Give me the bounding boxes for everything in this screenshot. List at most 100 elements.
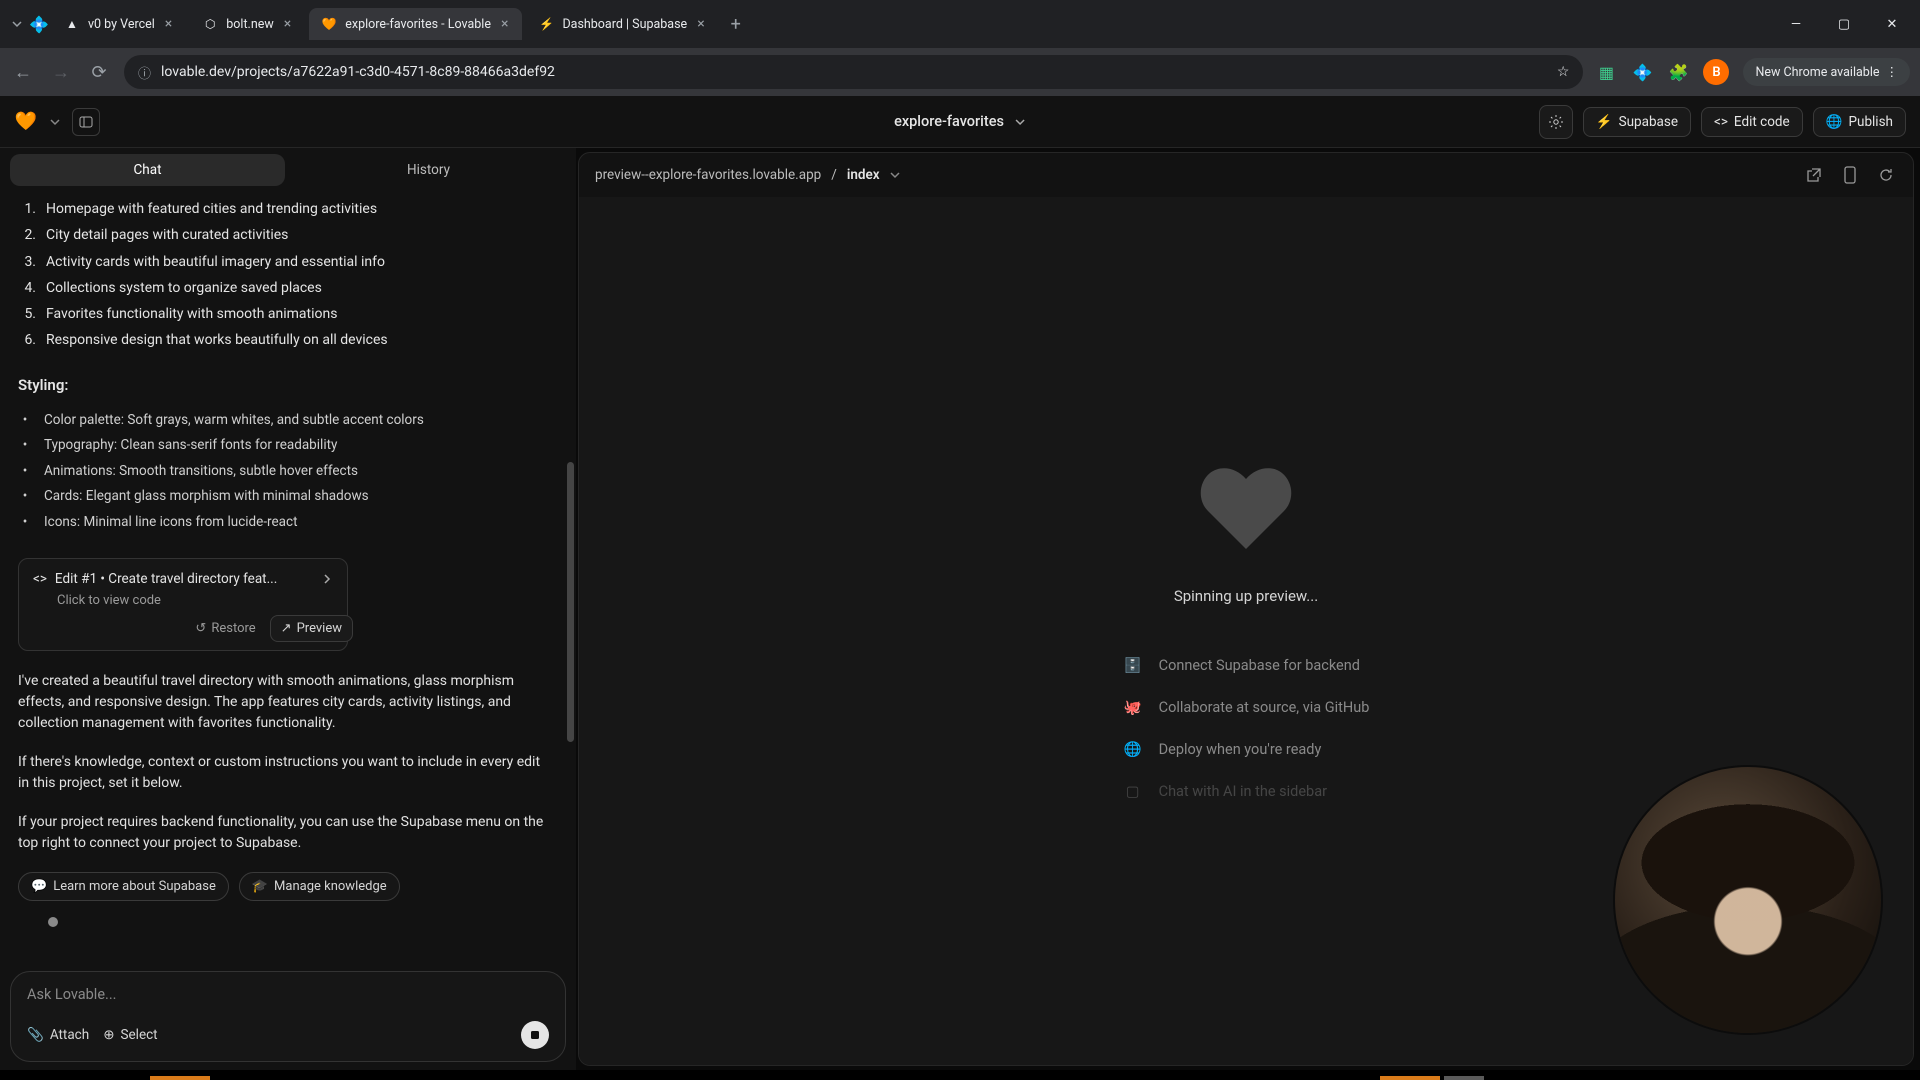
chrome-update-button[interactable]: New Chrome available ⋮	[1743, 58, 1910, 86]
kebab-icon: ⋮	[1886, 64, 1899, 80]
profile-avatar[interactable]: B	[1703, 59, 1729, 85]
typing-indicator	[48, 917, 58, 927]
url-input[interactable]: ⓘ lovable.dev/projects/a7622a91-c3d0-457…	[124, 55, 1583, 89]
chevron-down-icon[interactable]	[890, 170, 900, 180]
mobile-view-icon[interactable]	[1839, 164, 1861, 186]
bookmark-star-icon[interactable]: ☆	[1557, 64, 1570, 80]
assistant-paragraph: If there's knowledge, context or custom …	[18, 752, 552, 794]
forward-button[interactable]: →	[48, 59, 74, 85]
tab-title: Dashboard | Supabase	[562, 17, 687, 32]
close-icon[interactable]: ×	[499, 16, 510, 32]
tab-title: bolt.new	[226, 17, 274, 32]
favicon-v0: ▲	[64, 16, 80, 32]
extension-icon-1[interactable]: ▦	[1595, 61, 1617, 83]
scrollbar-thumb[interactable]	[567, 462, 574, 742]
globe-icon: 🌐	[1826, 114, 1843, 130]
tab-v0[interactable]: ▲ v0 by Vercel ×	[52, 8, 186, 40]
database-icon: 🗄️	[1123, 655, 1143, 675]
edit-subtitle: Click to view code	[57, 593, 333, 608]
tab-title: v0 by Vercel	[88, 17, 155, 32]
favicon-lovable: 🧡	[321, 16, 337, 32]
tab-search-dropdown[interactable]	[8, 15, 26, 33]
learn-supabase-chip[interactable]: 💬 Learn more about Supabase	[18, 872, 229, 901]
list-item: Favorites functionality with smooth anim…	[46, 304, 337, 324]
tab-history[interactable]: History	[291, 154, 566, 186]
close-icon[interactable]: ×	[282, 16, 293, 32]
address-bar: ← → ⟳ ⓘ lovable.dev/projects/a7622a91-c3…	[0, 48, 1920, 96]
paperclip-icon: 📎	[27, 1027, 44, 1043]
list-item: Typography: Clean sans-serif fonts for r…	[44, 436, 337, 456]
features-list: 1.Homepage with featured cities and tren…	[18, 196, 552, 354]
reload-button[interactable]: ⟳	[86, 59, 112, 85]
list-item: Homepage with featured cities and trendi…	[46, 199, 377, 219]
styling-heading: Styling:	[18, 376, 552, 394]
chevron-down-icon[interactable]	[50, 117, 60, 127]
hint-github: 🐙 Collaborate at source, via GitHub	[1123, 697, 1370, 717]
sidebar-icon: ▢	[1123, 781, 1143, 801]
sidebar: Chat History 1.Homepage with featured ci…	[0, 148, 576, 1070]
publish-button[interactable]: 🌐 Publish	[1813, 107, 1906, 137]
list-item: Responsive design that works beautifully…	[46, 330, 388, 350]
extension-icon-2[interactable]: 💠	[1631, 61, 1653, 83]
styling-list: •Color palette: Soft grays, warm whites,…	[18, 408, 552, 536]
attach-button[interactable]: 📎 Attach	[27, 1027, 89, 1043]
preview-pane: preview--explore-favorites.lovable.app /…	[578, 152, 1914, 1066]
hint-supabase: 🗄️ Connect Supabase for backend	[1123, 655, 1370, 675]
edit-card[interactable]: <> Edit #1 • Create travel directory fea…	[18, 558, 348, 651]
taskbar-indicator	[1444, 1076, 1484, 1080]
chat-icon: 💬	[31, 879, 47, 894]
gem-icon[interactable]: 💠	[30, 15, 48, 33]
new-tab-button[interactable]: +	[723, 14, 749, 35]
preview-button[interactable]: ↗ Preview	[270, 615, 353, 642]
list-item: Icons: Minimal line icons from lucide-re…	[44, 513, 297, 533]
loading-text: Spinning up preview...	[1174, 587, 1318, 605]
preview-host: preview--explore-favorites.lovable.app	[595, 167, 821, 183]
book-icon: 🎓	[252, 879, 268, 894]
select-button[interactable]: ⊕ Select	[103, 1027, 157, 1043]
close-icon[interactable]: ×	[163, 16, 174, 32]
extensions-menu-icon[interactable]: 🧩	[1667, 61, 1689, 83]
undo-icon: ↺	[195, 621, 206, 636]
gear-icon	[1548, 114, 1564, 130]
edit-title: Edit #1 • Create travel directory feat..…	[55, 571, 313, 587]
chevron-down-icon	[1014, 116, 1026, 128]
preview-body: Spinning up preview... 🗄️ Connect Supaba…	[579, 197, 1913, 1065]
chat-scroll[interactable]: 1.Homepage with featured cities and tren…	[0, 192, 576, 963]
manage-knowledge-chip[interactable]: 🎓 Manage knowledge	[239, 872, 400, 901]
window-minimize[interactable]: —	[1776, 8, 1816, 40]
refresh-preview-icon[interactable]	[1875, 164, 1897, 186]
toggle-sidebar-button[interactable]	[72, 108, 100, 136]
code-icon: <>	[33, 571, 47, 587]
tab-title: explore-favorites - Lovable	[345, 17, 491, 32]
window-maximize[interactable]: ▢	[1824, 8, 1864, 40]
external-link-icon: ↗	[281, 621, 292, 636]
webcam-overlay	[1613, 765, 1883, 1035]
code-icon: <>	[1714, 114, 1728, 130]
assistant-paragraph: If your project requires backend functio…	[18, 812, 552, 854]
window-close[interactable]: ✕	[1872, 8, 1912, 40]
back-button[interactable]: ←	[10, 59, 36, 85]
sidebar-tabs: Chat History	[0, 148, 576, 192]
settings-button[interactable]	[1539, 105, 1573, 139]
lovable-logo[interactable]: 🧡	[14, 110, 38, 134]
stop-button[interactable]	[521, 1021, 549, 1049]
close-icon[interactable]: ×	[695, 16, 706, 32]
open-external-icon[interactable]	[1803, 164, 1825, 186]
composer-input[interactable]: Ask Lovable...	[27, 986, 549, 1003]
edit-code-button[interactable]: <> Edit code	[1701, 107, 1803, 137]
site-info-icon[interactable]: ⓘ	[138, 63, 151, 82]
list-item: Animations: Smooth transitions, subtle h…	[44, 462, 358, 482]
preview-toolbar: preview--explore-favorites.lovable.app /…	[579, 153, 1913, 197]
favicon-supabase: ⚡	[538, 16, 554, 32]
tab-lovable[interactable]: 🧡 explore-favorites - Lovable ×	[309, 8, 522, 40]
restore-button[interactable]: ↺ Restore	[185, 616, 265, 641]
hint-list: 🗄️ Connect Supabase for backend 🐙 Collab…	[1123, 655, 1370, 801]
supabase-button[interactable]: ⚡ Supabase	[1583, 107, 1691, 137]
target-icon: ⊕	[103, 1027, 114, 1043]
hint-deploy: 🌐 Deploy when you're ready	[1123, 739, 1370, 759]
tab-bolt[interactable]: ⬡ bolt.new ×	[190, 8, 305, 40]
tab-supabase[interactable]: ⚡ Dashboard | Supabase ×	[526, 8, 718, 40]
tab-chat[interactable]: Chat	[10, 154, 285, 186]
github-icon: 🐙	[1123, 697, 1143, 717]
project-name[interactable]: explore-favorites	[894, 113, 1026, 130]
